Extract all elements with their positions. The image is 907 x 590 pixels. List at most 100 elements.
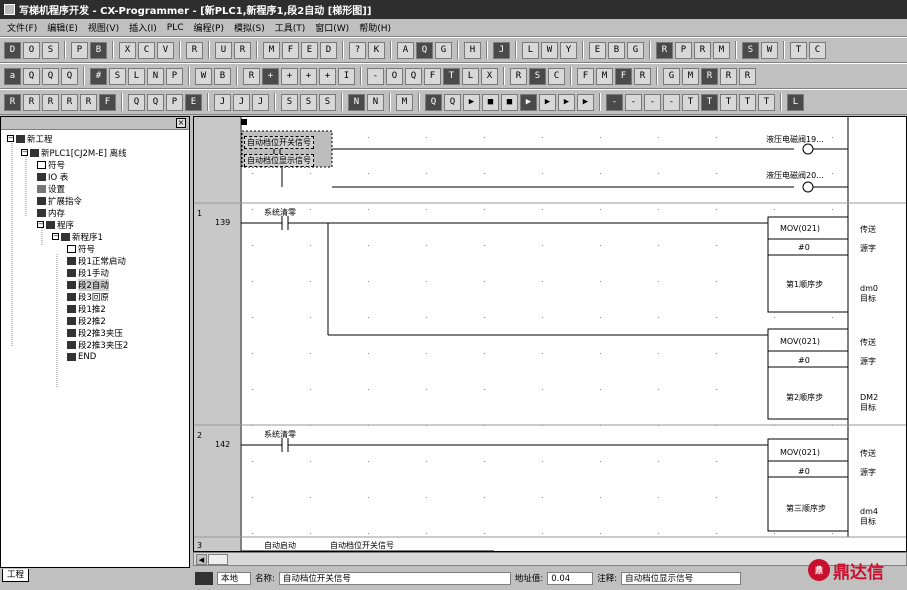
tree-item[interactable]: 段2推2 [67, 315, 106, 327]
menu-item[interactable]: 模拟(S) [229, 21, 270, 34]
toolbar-button-icon[interactable]: - [625, 93, 642, 111]
toolbar-button-icon[interactable]: Q [444, 93, 461, 111]
toolbar-button-icon[interactable]: K [368, 41, 385, 59]
toolbar-button-icon[interactable]: J [214, 93, 231, 111]
menu-item[interactable]: 窗口(W) [310, 21, 354, 34]
toolbar-button-icon[interactable]: N [147, 67, 164, 85]
toolbar-button-icon[interactable]: R [634, 67, 651, 85]
toolbar-button-icon[interactable]: V [157, 41, 174, 59]
toolbar-button-icon[interactable]: C [138, 41, 155, 59]
scroll-thumb[interactable] [208, 554, 228, 565]
toolbar-button-icon[interactable]: L [462, 67, 479, 85]
block-operand[interactable]: 第2顺序步 [786, 392, 823, 403]
block-instr[interactable]: MOV(021) [780, 337, 820, 346]
toolbar-button-icon[interactable]: Q [147, 93, 164, 111]
toolbar-button-icon[interactable]: L [787, 93, 804, 111]
toolbar-button-icon[interactable]: C [548, 67, 565, 85]
block-instr[interactable]: MOV(021) [780, 224, 820, 233]
tree-item[interactable]: 段1正常启动 [67, 255, 126, 267]
collapse-icon[interactable]: − [7, 135, 14, 142]
contact-label-system-clear[interactable]: 系统清零 [264, 429, 296, 440]
toolbar-button-icon[interactable]: + [300, 67, 317, 85]
contact-label-system-clear[interactable]: 系统清零 [264, 207, 296, 218]
toolbar-button-icon[interactable]: W [541, 41, 558, 59]
tree-item[interactable]: − 程序 [37, 219, 74, 231]
tree-item[interactable]: IO 表 [37, 171, 68, 183]
tree-item[interactable]: 扩展指令 [37, 195, 82, 207]
toolbar-button-icon[interactable]: E [301, 41, 318, 59]
toolbar-button-icon[interactable]: H [464, 41, 481, 59]
tab-project[interactable]: 工程 [2, 569, 30, 582]
toolbar-button-icon[interactable]: + [319, 67, 336, 85]
coil-label-valve-19[interactable]: 液压电磁阀19... [766, 134, 824, 145]
toolbar-button-icon[interactable]: F [99, 93, 116, 111]
toolbar-button-icon[interactable]: A [397, 41, 414, 59]
menu-item[interactable]: 编程(P) [189, 21, 229, 34]
toolbar-button-icon[interactable]: S [300, 93, 317, 111]
toolbar-button-icon[interactable]: R [720, 67, 737, 85]
toolbar-button-icon[interactable]: R [4, 93, 21, 111]
toolbar-button-icon[interactable]: J [252, 93, 269, 111]
toolbar-button-icon[interactable]: ▶ [539, 93, 556, 111]
toolbar-button-icon[interactable]: F [424, 67, 441, 85]
status-comment-field[interactable]: 自动档位显示信号 [621, 571, 742, 585]
collapse-icon[interactable]: − [21, 149, 28, 156]
toolbar-button-icon[interactable]: R [186, 41, 203, 59]
toolbar-button-icon[interactable]: M [596, 67, 613, 85]
toolbar-button-icon[interactable]: G [627, 41, 644, 59]
toolbar-button-icon[interactable]: Y [560, 41, 577, 59]
toolbar-button-icon[interactable]: - [644, 93, 661, 111]
toolbar-button-icon[interactable]: O [23, 41, 40, 59]
horizontal-scrollbar[interactable]: ◀ [193, 552, 907, 566]
scroll-left-icon[interactable]: ◀ [196, 554, 207, 565]
menu-item[interactable]: 编辑(E) [42, 21, 83, 34]
toolbar-button-icon[interactable]: - [606, 93, 623, 111]
toolbar-button-icon[interactable]: M [713, 41, 730, 59]
tree-item[interactable]: 内存 [37, 207, 65, 219]
toolbar-button-icon[interactable]: B [90, 41, 107, 59]
toolbar-button-icon[interactable]: G [663, 67, 680, 85]
status-name-field[interactable]: 自动档位开关信号 [278, 571, 511, 585]
toolbar-button-icon[interactable]: + [262, 67, 279, 85]
toolbar-button-icon[interactable]: O [386, 67, 403, 85]
toolbar-button-icon[interactable]: R [61, 93, 78, 111]
ladder-editor[interactable]: 自动档位开关信号 自动档位显示信号 液压电磁阀19... 液压电磁阀20... … [193, 116, 907, 552]
block-operand[interactable]: #0 [798, 243, 810, 252]
menu-item[interactable]: 帮助(H) [354, 21, 396, 34]
toolbar-button-icon[interactable]: R [234, 41, 251, 59]
toolbar-button-icon[interactable]: Q [128, 93, 145, 111]
toolbar-button-icon[interactable]: U [215, 41, 232, 59]
toolbar-button-icon[interactable]: + [281, 67, 298, 85]
toolbar-button-icon[interactable]: X [481, 67, 498, 85]
toolbar-button-icon[interactable]: T [758, 93, 775, 111]
toolbar-button-icon[interactable]: L [522, 41, 539, 59]
block-operand[interactable]: #0 [798, 467, 810, 476]
toolbar-button-icon[interactable]: W [195, 67, 212, 85]
toolbar-button-icon[interactable]: D [320, 41, 337, 59]
toolbar-button-icon[interactable]: G [435, 41, 452, 59]
coil-label-valve-20[interactable]: 液压电磁阀20... [766, 170, 824, 181]
toolbar-button-icon[interactable]: T [443, 67, 460, 85]
menu-item[interactable]: 插入(I) [124, 21, 162, 34]
toolbar-button-icon[interactable]: J [493, 41, 510, 59]
toolbar-button-icon[interactable]: P [71, 41, 88, 59]
toolbar-button-icon[interactable]: S [319, 93, 336, 111]
toolbar-button-icon[interactable]: Q [425, 93, 442, 111]
toolbar-button-icon[interactable]: N [367, 93, 384, 111]
toolbar-button-icon[interactable]: J [233, 93, 250, 111]
ladder-diagram[interactable] [194, 117, 907, 552]
toolbar-button-icon[interactable]: E [185, 93, 202, 111]
toolbar-button-icon[interactable]: # [90, 67, 107, 85]
toolbar-button-icon[interactable]: R [80, 93, 97, 111]
toolbar-button-icon[interactable]: B [214, 67, 231, 85]
tree-item[interactable]: 段1手动 [67, 267, 109, 279]
toolbar-button-icon[interactable]: R [701, 67, 718, 85]
collapse-icon[interactable]: − [37, 221, 44, 228]
status-addr-field[interactable]: 0.04 [547, 571, 594, 585]
tree-item[interactable]: − 新程序1 [52, 231, 103, 243]
block-instr[interactable]: MOV(021) [780, 448, 820, 457]
toolbar-button-icon[interactable]: D [4, 41, 21, 59]
tree-item[interactable]: − 新工程 [7, 133, 53, 145]
tree-item[interactable]: 设置 [37, 183, 65, 195]
toolbar-button-icon[interactable]: - [367, 67, 384, 85]
